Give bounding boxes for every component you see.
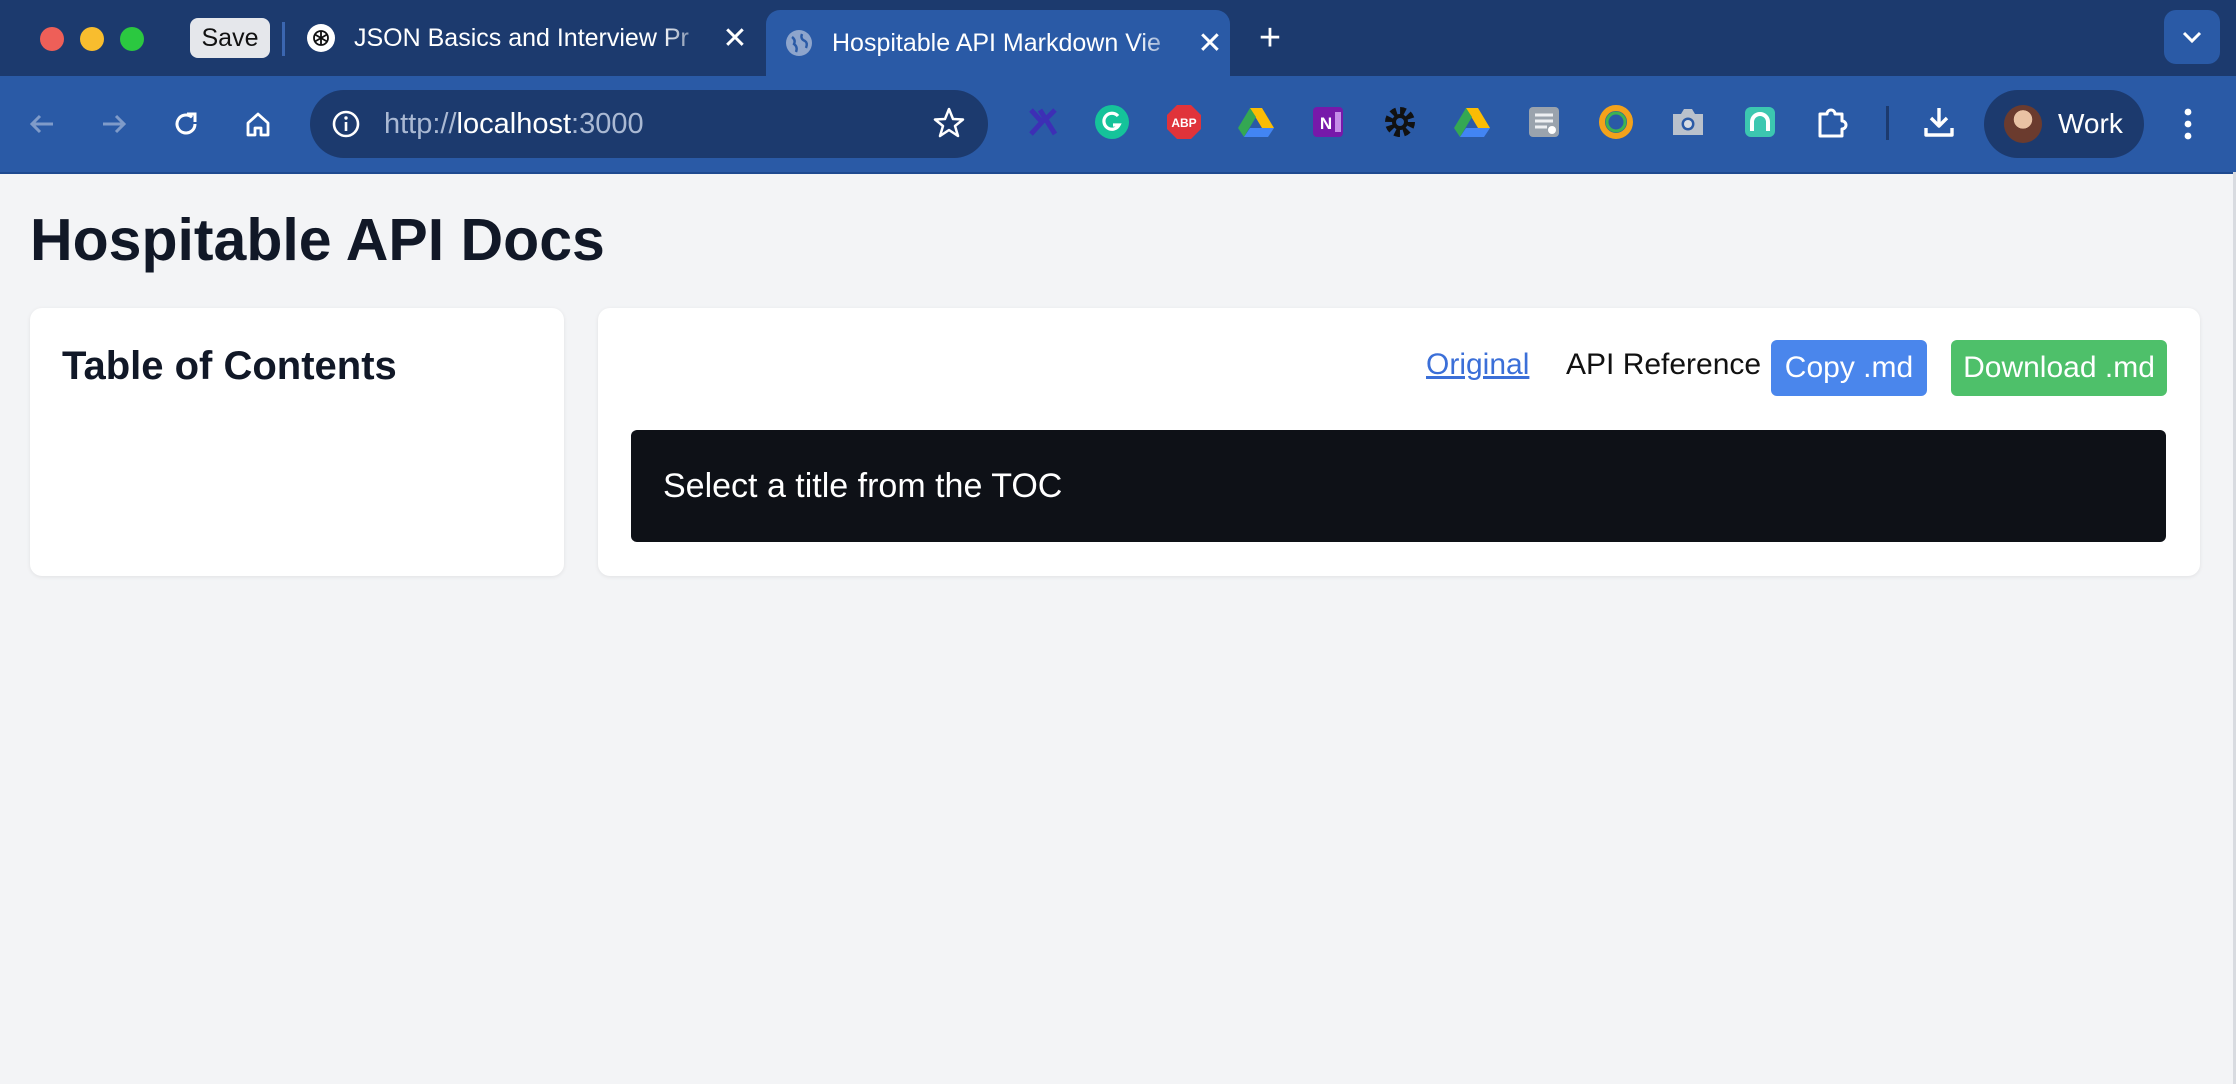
profile-label: Work xyxy=(2058,108,2123,139)
api-reference-label: API Reference xyxy=(1566,348,1762,381)
close-window-button[interactable] xyxy=(40,27,64,51)
svg-text:N: N xyxy=(1320,114,1332,133)
maximize-window-button[interactable] xyxy=(120,27,144,51)
reload-button[interactable] xyxy=(162,100,210,148)
url-host: localhost xyxy=(456,108,572,140)
placeholder-text: Select a title from the TOC xyxy=(663,467,1063,505)
page-title: Hospitable API Docs xyxy=(30,207,605,273)
back-button[interactable] xyxy=(18,100,66,148)
browser-menu-button[interactable] xyxy=(2170,100,2206,148)
url-scheme: http:// xyxy=(384,108,457,140)
toc-panel: Table of Contents xyxy=(30,308,564,576)
minimize-window-button[interactable] xyxy=(80,27,104,51)
download-icon[interactable] xyxy=(1920,103,1958,141)
reload-icon xyxy=(175,112,197,135)
forward-button[interactable] xyxy=(90,100,138,148)
tab-hospitable-api[interactable]: Hospitable API Markdown Vie ✕ xyxy=(766,10,1230,76)
stack-icon[interactable] xyxy=(1525,103,1563,141)
google-drive-icon[interactable] xyxy=(1237,103,1275,141)
arrow-right-icon xyxy=(103,114,127,134)
arrow-left-icon xyxy=(29,114,53,134)
content-panel: Original API Reference Copy .md Download… xyxy=(598,308,2200,576)
grammarly-icon[interactable] xyxy=(1093,103,1131,141)
browser-toolbar: http://localhost:3000 ABP N Work xyxy=(0,76,2236,174)
info-icon[interactable] xyxy=(326,104,366,144)
adblock-label: ABP xyxy=(1171,116,1196,130)
markdown-viewer: Select a title from the TOC xyxy=(631,430,2166,542)
new-tab-button[interactable]: + xyxy=(1250,16,1290,60)
url-text[interactable]: http://localhost:3000 xyxy=(384,90,644,158)
tab-strip: Save JSON Basics and Interview Pr ✕ Hosp… xyxy=(0,0,2236,76)
download-md-button[interactable]: Download .md xyxy=(1951,340,2167,396)
profile-button[interactable]: Work xyxy=(1984,90,2144,158)
copy-md-button[interactable]: Copy .md xyxy=(1771,340,1927,396)
save-button[interactable]: Save xyxy=(190,18,270,58)
home-button[interactable] xyxy=(234,100,282,148)
onenote-icon[interactable]: N xyxy=(1309,103,1347,141)
avatar xyxy=(2004,105,2042,143)
toc-title: Table of Contents xyxy=(62,344,397,388)
adblock-icon[interactable]: ABP xyxy=(1165,103,1203,141)
url-port: :3000 xyxy=(571,108,644,140)
tab-json-basics[interactable]: JSON Basics and Interview Pr ✕ xyxy=(300,0,755,76)
tab-search-button[interactable] xyxy=(2164,10,2220,64)
tab-title: Hospitable API Markdown Vie xyxy=(832,28,1161,57)
home-icon xyxy=(246,112,270,137)
tab-title: JSON Basics and Interview Pr xyxy=(354,23,689,52)
puzzle-icon[interactable] xyxy=(1813,103,1851,141)
address-bar[interactable]: http://localhost:3000 xyxy=(310,90,988,158)
gear-icon[interactable] xyxy=(1381,103,1419,141)
close-tab-icon[interactable]: ✕ xyxy=(715,21,755,56)
ring-icon[interactable] xyxy=(1597,103,1635,141)
close-tab-icon[interactable]: ✕ xyxy=(1190,26,1230,61)
openai-icon xyxy=(307,24,335,52)
teal-app-icon[interactable] xyxy=(1741,103,1779,141)
tab-divider xyxy=(282,22,285,56)
google-drive-icon[interactable] xyxy=(1453,103,1491,141)
toolbar-divider xyxy=(1886,106,1889,140)
x-icon[interactable] xyxy=(1024,103,1062,141)
globe-icon xyxy=(786,30,812,56)
chevron-down-icon xyxy=(2182,31,2202,44)
camera-icon[interactable] xyxy=(1669,103,1707,141)
kebab-menu-icon xyxy=(2184,108,2192,140)
original-link[interactable]: Original xyxy=(1426,348,1529,382)
star-icon[interactable] xyxy=(932,106,966,140)
